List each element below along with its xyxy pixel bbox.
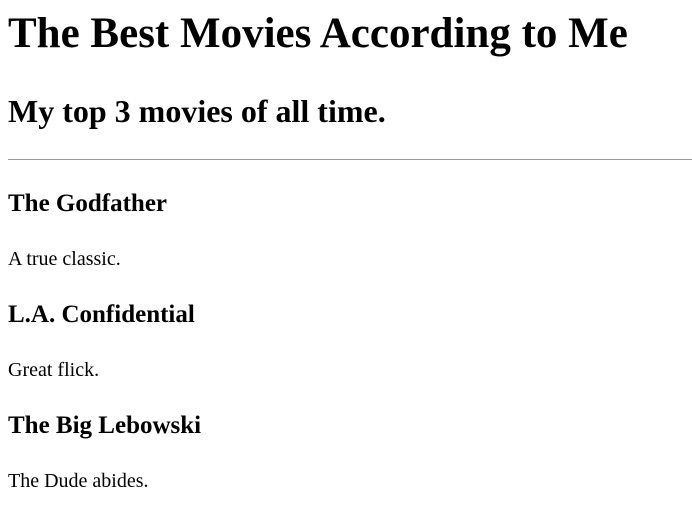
movie-title-la-confidential: L.A. Confidential: [8, 301, 195, 328]
page-subtitle: My top 3 movies of all time.: [8, 93, 386, 129]
page-title: The Best Movies According to Me: [8, 10, 628, 57]
divider: [8, 159, 692, 160]
movie-description-big-lebowski: The Dude abides.: [8, 470, 149, 492]
movie-title-big-lebowski: The Big Lebowski: [8, 412, 202, 439]
movie-description-godfather: A true classic.: [8, 248, 121, 270]
movie-description-la-confidential: Great flick.: [8, 359, 100, 381]
movie-title-godfather: The Godfather: [8, 190, 168, 217]
